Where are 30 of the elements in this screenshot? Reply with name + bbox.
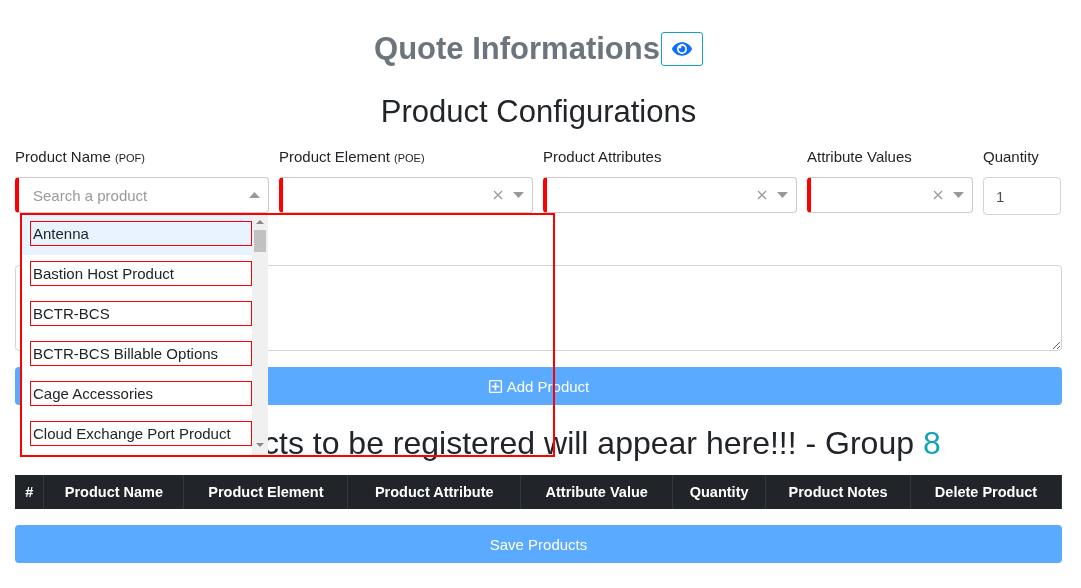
section-title: Product Configurations (379, 93, 698, 131)
eye-icon (671, 39, 692, 59)
field-label: Product Name (POF) (15, 148, 146, 167)
column-header: Product Element (183, 475, 348, 509)
column-header: Product Notes (765, 475, 911, 509)
clear-icon[interactable] (757, 190, 767, 200)
column-header: Delete Product (910, 475, 1062, 509)
field-label: Attribute Values (807, 148, 913, 167)
view-button[interactable] (660, 32, 703, 66)
column-header: Attribute Value (520, 475, 673, 509)
caret-icon[interactable] (953, 192, 964, 198)
page-title: Quote Informations (374, 31, 660, 67)
scrollbar[interactable] (252, 215, 268, 455)
select-field[interactable] (279, 177, 533, 213)
quantity-field[interactable]: 1 (983, 177, 1061, 215)
clear-icon[interactable] (493, 190, 503, 200)
caret-icon[interactable] (249, 192, 260, 198)
field-label: Quantity (983, 148, 1040, 167)
caret-icon[interactable] (777, 192, 788, 198)
column-header: Quantity (672, 475, 766, 509)
select-field[interactable] (807, 177, 973, 213)
column-header: Product Name (43, 475, 184, 509)
dropdown-option[interactable]: Antenna (22, 215, 252, 255)
field-label: Product Attributes (543, 148, 663, 167)
column-header: # (15, 475, 44, 509)
field-label: Product Element (POE) (279, 148, 426, 167)
column-header: Product Attribute (347, 475, 521, 509)
clear-icon[interactable] (933, 190, 943, 200)
select-field[interactable] (543, 177, 797, 213)
caret-icon[interactable] (513, 192, 524, 198)
